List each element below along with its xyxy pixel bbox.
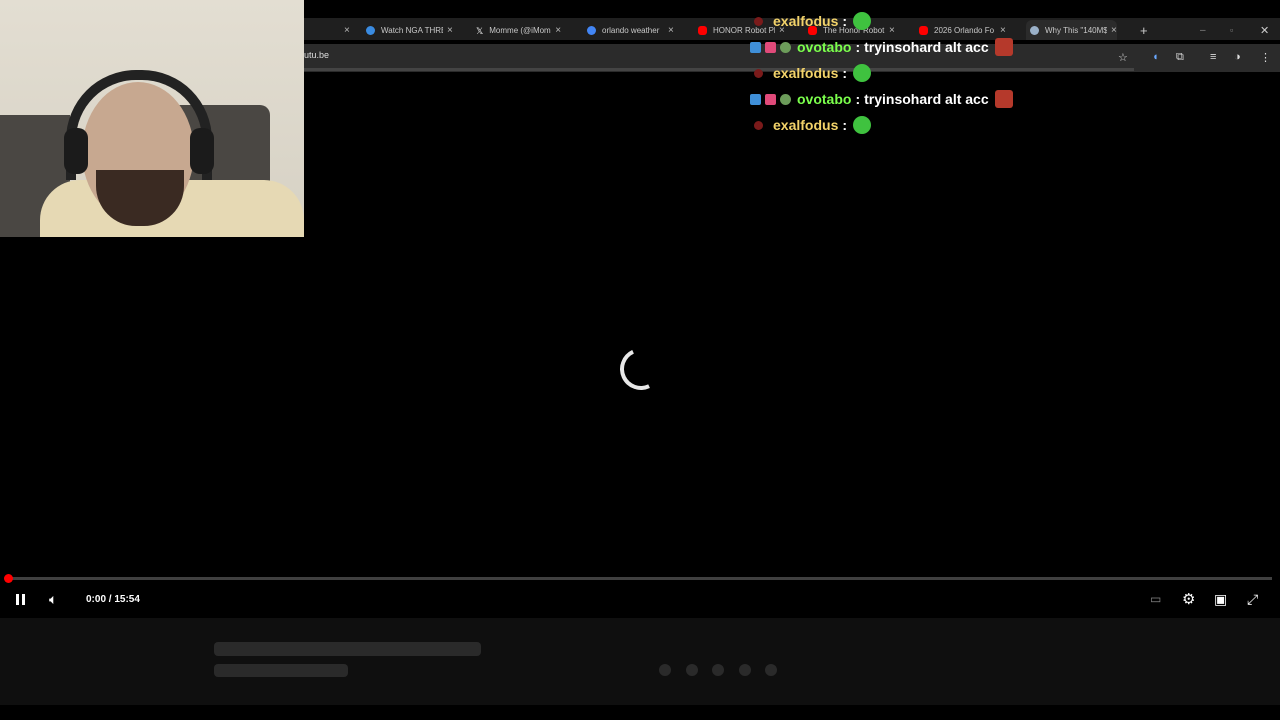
profile-avatar-icon[interactable]: ◑: [1234, 51, 1241, 63]
subtitles-button[interactable]: ▭: [1150, 590, 1161, 608]
theater-mode-button[interactable]: ▣: [1214, 590, 1227, 608]
youtube-icon: [698, 25, 707, 35]
address-bar[interactable]: utu.be: [304, 50, 329, 60]
chat-text: tryinsohard alt acc: [864, 91, 989, 107]
x-logo-icon: 𝕏: [476, 25, 484, 36]
gift-badge-icon: [765, 41, 776, 53]
chat-overlay: exalfodus : ovotabo : tryinsohard alt ac…: [750, 8, 1150, 138]
action-placeholder: [659, 664, 671, 676]
gift-badge-icon: [765, 93, 776, 105]
theater-icon: ▣: [1214, 590, 1228, 607]
pause-icon: [16, 593, 19, 605]
user-badge-icon: [754, 68, 763, 78]
fullscreen-icon: ⤢: [1247, 590, 1259, 607]
chat-message: exalfodus :: [750, 112, 1150, 138]
sub-badge-icon: [750, 93, 761, 105]
minimize-icon[interactable]: –: [1200, 20, 1206, 40]
action-placeholder: [686, 664, 698, 676]
gear-icon: ⚙︎: [1182, 591, 1196, 608]
alien-badge-icon: [780, 93, 791, 105]
chat-separator: :: [842, 13, 848, 29]
chat-username: ovotabo: [797, 91, 852, 107]
action-placeholder: [765, 664, 777, 676]
taskbar-edge: [0, 705, 1280, 720]
chat-separator: :: [842, 117, 848, 133]
emote-red-face-icon: [994, 38, 1013, 56]
user-badge-icon: [754, 16, 763, 26]
alien-badge-icon: [780, 41, 791, 53]
chat-username: exalfodus: [773, 65, 839, 81]
scrubber-handle[interactable]: [4, 574, 13, 583]
read-aloud-icon[interactable]: ◖: [1152, 51, 1159, 63]
chat-message: exalfodus :: [750, 8, 1150, 34]
chat-separator: :: [855, 39, 861, 55]
chat-message: ovotabo : tryinsohard alt acc: [750, 86, 1150, 112]
media-control-icon[interactable]: ≡: [1210, 51, 1216, 63]
user-badge-icon: [754, 120, 763, 130]
chat-text: tryinsohard alt acc: [864, 39, 989, 55]
google-icon: [587, 25, 596, 35]
emote-green-icon: [853, 12, 872, 30]
tab-4-label: orlando weather: [602, 25, 660, 35]
close-icon[interactable]: ×: [668, 25, 674, 36]
volume-icon: 🔈︎: [49, 590, 58, 607]
tab-2[interactable]: Watch NGA THRE ×: [366, 20, 453, 40]
sub-badge-icon: [750, 41, 761, 53]
chat-username: ovotabo: [797, 39, 852, 55]
window-close-icon[interactable]: ✕: [1260, 20, 1269, 40]
close-icon[interactable]: ×: [447, 25, 453, 36]
close-icon[interactable]: ×: [344, 25, 350, 36]
channel-placeholder: [214, 664, 348, 677]
tab-3[interactable]: 𝕏 Momme (@iMom ×: [476, 20, 561, 40]
time-display: 0:00 / 15:54: [86, 593, 140, 605]
webcam-feed: [0, 0, 304, 237]
emote-green-icon: [853, 64, 872, 82]
fullscreen-button[interactable]: ⤢: [1247, 590, 1258, 608]
settings-button[interactable]: ⚙︎: [1182, 590, 1195, 608]
chat-username: exalfodus: [773, 117, 839, 133]
action-placeholder: [712, 664, 724, 676]
screen: × Watch NGA THRE × 𝕏 Momme (@iMom × orla…: [0, 0, 1280, 720]
chat-separator: :: [842, 65, 848, 81]
restore-icon[interactable]: ▫: [1230, 20, 1233, 40]
globe-icon: [366, 25, 375, 35]
chat-separator: :: [855, 91, 861, 107]
progress-bar[interactable]: [8, 577, 1272, 580]
more-menu-icon[interactable]: ⋮: [1260, 51, 1271, 64]
tab-4[interactable]: orlando weather ×: [587, 20, 674, 40]
subtitles-icon: ▭: [1150, 592, 1162, 606]
tab-2-label: Watch NGA THRE: [381, 25, 443, 35]
tab-1[interactable]: ×: [304, 20, 350, 40]
loading-spinner-icon: [614, 342, 668, 396]
emote-red-face-icon: [994, 90, 1013, 108]
tab-3-label: Momme (@iMom: [489, 25, 551, 35]
extensions-icon[interactable]: ⧉: [1176, 51, 1184, 64]
chat-message: exalfodus :: [750, 60, 1150, 86]
pause-button[interactable]: [16, 590, 28, 608]
volume-button[interactable]: 🔈︎: [49, 590, 57, 608]
close-icon[interactable]: ×: [555, 25, 561, 36]
chat-username: exalfodus: [773, 13, 839, 29]
chat-message: ovotabo : tryinsohard alt acc: [750, 34, 1150, 60]
action-placeholder: [739, 664, 751, 676]
title-placeholder: [214, 642, 481, 656]
emote-green-icon: [853, 116, 872, 134]
